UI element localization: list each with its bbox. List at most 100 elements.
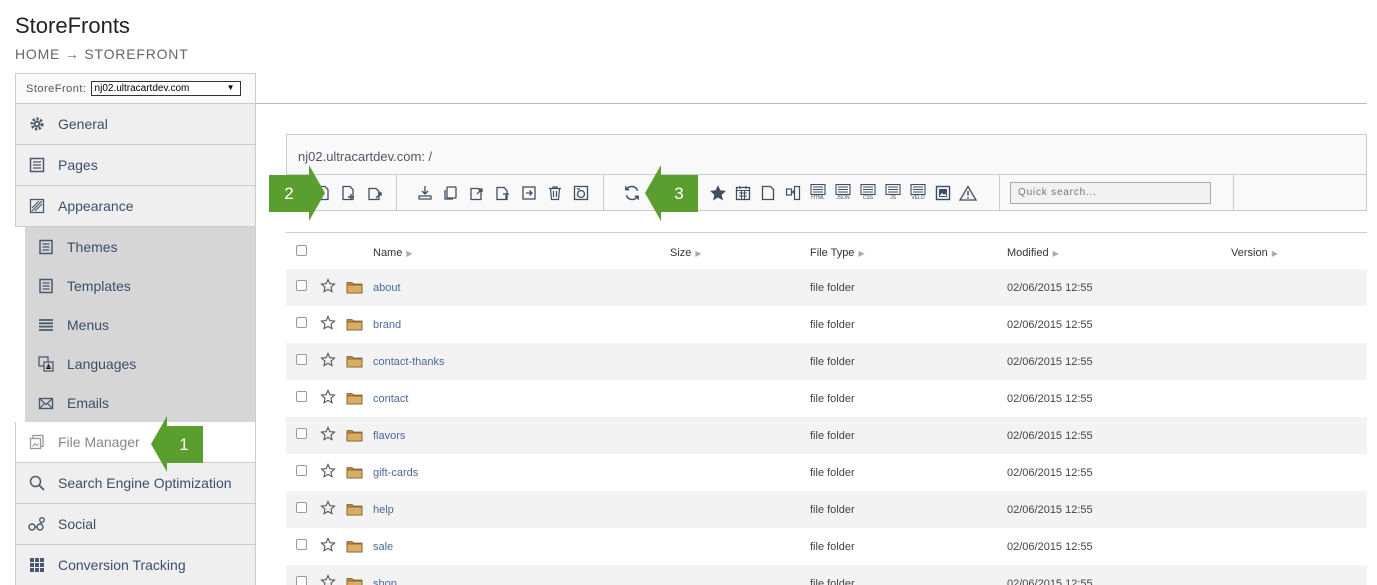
row-checkbox[interactable]	[296, 428, 307, 439]
file-name-link[interactable]: about	[373, 282, 401, 294]
file-type: file folder	[810, 541, 855, 553]
row-checkbox[interactable]	[296, 576, 307, 585]
star-icon[interactable]	[320, 463, 336, 482]
table-row[interactable]: contact-thanks file folder 02/06/2015 12:5…	[286, 343, 1367, 380]
file-name-link[interactable]: flavors	[373, 430, 405, 442]
table-row[interactable]: sale file folder 02/06/2015 12:55	[286, 528, 1367, 565]
row-checkbox[interactable]	[296, 465, 307, 476]
row-checkbox[interactable]	[296, 354, 307, 365]
sort-arrow-icon: ▶	[1052, 249, 1059, 258]
column-name[interactable]: Name ▶	[373, 247, 413, 259]
star-icon[interactable]	[320, 315, 336, 334]
file-name-link[interactable]: gift-cards	[373, 467, 418, 479]
quick-search-input[interactable]	[1010, 181, 1211, 204]
archive-icon[interactable]	[571, 183, 591, 203]
column-modified[interactable]: Modified ▶	[1007, 247, 1059, 259]
templates-icon	[37, 277, 55, 295]
column-version[interactable]: Version ▶	[1231, 247, 1278, 259]
folder-icon	[346, 354, 363, 371]
table-header: Name ▶ Size ▶ File Type ▶ Modified ▶ Version…	[286, 232, 1367, 269]
warning-icon[interactable]	[958, 183, 978, 203]
sidebar-item-label: Languages	[67, 355, 137, 372]
table-row[interactable]: flavors file folder 02/06/2015 12:55	[286, 417, 1367, 454]
file-name-link[interactable]: brand	[373, 319, 401, 331]
sidebar-item-conversion-tracking[interactable]: Conversion Tracking	[15, 545, 256, 585]
star-icon[interactable]	[320, 537, 336, 556]
move-icon[interactable]	[519, 183, 539, 203]
modified-date: 02/06/2015 12:55	[1007, 282, 1093, 294]
sidebar-item-themes[interactable]: Themes	[25, 227, 255, 266]
sidebar-item-menus[interactable]: Menus	[25, 305, 255, 344]
current-path: nj02.ultracartdev.com: /	[286, 134, 1367, 175]
sidebar-item-languages[interactable]: Languages	[25, 344, 255, 383]
file-name-link[interactable]: help	[373, 504, 394, 516]
compare-icon[interactable]	[783, 183, 803, 203]
sidebar-item-social[interactable]: Social	[15, 504, 256, 545]
json-icon[interactable]: JSON	[833, 183, 853, 203]
file-name-link[interactable]: contact-thanks	[373, 356, 445, 368]
file-name-link[interactable]: contact	[373, 393, 408, 405]
copy-icon[interactable]	[441, 183, 461, 203]
sidebar-item-file-manager[interactable]: File Manager	[15, 422, 256, 463]
html-icon[interactable]: HTML	[808, 183, 828, 203]
refresh-icon[interactable]	[622, 183, 642, 203]
column-size[interactable]: Size ▶	[670, 247, 702, 259]
star-icon[interactable]	[320, 574, 336, 585]
velo-icon[interactable]: VELO	[908, 183, 928, 203]
sidebar-item-templates[interactable]: Templates	[25, 266, 255, 305]
rename-icon[interactable]	[493, 183, 513, 203]
blank-file-icon[interactable]	[758, 183, 778, 203]
file-table: Name ▶ Size ▶ File Type ▶ Modified ▶ Version…	[286, 232, 1367, 585]
delete-icon[interactable]	[545, 183, 565, 203]
table-row[interactable]: contact file folder 02/06/2015 12:55	[286, 380, 1367, 417]
row-checkbox[interactable]	[296, 539, 307, 550]
row-checkbox[interactable]	[296, 502, 307, 513]
image-icon[interactable]	[933, 183, 953, 203]
folder-icon	[346, 280, 363, 297]
pages-icon	[28, 156, 46, 174]
css-icon[interactable]: CSS	[858, 183, 878, 203]
email-icon	[37, 394, 55, 412]
sort-arrow-icon: ▶	[695, 249, 702, 258]
favorite-icon[interactable]	[708, 183, 728, 203]
row-checkbox[interactable]	[296, 317, 307, 328]
row-checkbox[interactable]	[296, 280, 307, 291]
table-row[interactable]: gift-cards file folder 02/06/2015 12:55	[286, 454, 1367, 491]
sidebar-item-appearance[interactable]: Appearance	[15, 186, 256, 227]
table-row[interactable]: shop file folder 02/06/2015 12:55	[286, 565, 1367, 585]
star-icon[interactable]	[320, 500, 336, 519]
row-checkbox[interactable]	[296, 391, 307, 402]
table-body: about file folder 02/06/2015 12:55 brand fil…	[286, 269, 1367, 585]
sidebar-item-emails[interactable]: Emails	[25, 383, 255, 422]
table-row[interactable]: about file folder 02/06/2015 12:55	[286, 269, 1367, 306]
table-row[interactable]: help file folder 02/06/2015 12:55	[286, 491, 1367, 528]
storefront-select[interactable]: nj02.ultracartdev.com ▼	[90, 81, 241, 96]
star-icon[interactable]	[320, 389, 336, 408]
star-icon[interactable]	[320, 352, 336, 371]
sidebar-item-pages[interactable]: Pages	[15, 145, 256, 186]
download-icon[interactable]	[415, 183, 435, 203]
sidebar-item-general[interactable]: General	[15, 104, 256, 145]
file-type: file folder	[810, 467, 855, 479]
sidebar-item-label: Themes	[67, 238, 118, 255]
paste-icon[interactable]	[467, 183, 487, 203]
js-icon[interactable]: JS	[883, 183, 903, 203]
column-file-type[interactable]: File Type ▶	[810, 247, 865, 259]
select-all-checkbox[interactable]	[296, 245, 307, 256]
file-name-link[interactable]: shop	[373, 578, 397, 585]
file-toolbar: HTML JSON CSS JS VELO	[286, 175, 1367, 211]
folder-icon	[346, 465, 363, 482]
sidebar-item-label: Menus	[67, 316, 110, 333]
file-name-link[interactable]: sale	[373, 541, 393, 553]
calendar-icon[interactable]	[733, 183, 753, 203]
modified-date: 02/06/2015 12:55	[1007, 578, 1093, 585]
breadcrumb[interactable]: HOME → STOREFRONT	[15, 46, 189, 62]
star-icon[interactable]	[320, 426, 336, 445]
header-divider	[256, 103, 1367, 104]
sidebar-item-seo[interactable]: Search Engine Optimization	[15, 463, 256, 504]
upload-icon[interactable]	[365, 183, 385, 203]
table-row[interactable]: brand file folder 02/06/2015 12:55	[286, 306, 1367, 343]
callout-3: 3	[660, 175, 698, 212]
new-folder-icon[interactable]	[339, 183, 359, 203]
star-icon[interactable]	[320, 278, 336, 297]
